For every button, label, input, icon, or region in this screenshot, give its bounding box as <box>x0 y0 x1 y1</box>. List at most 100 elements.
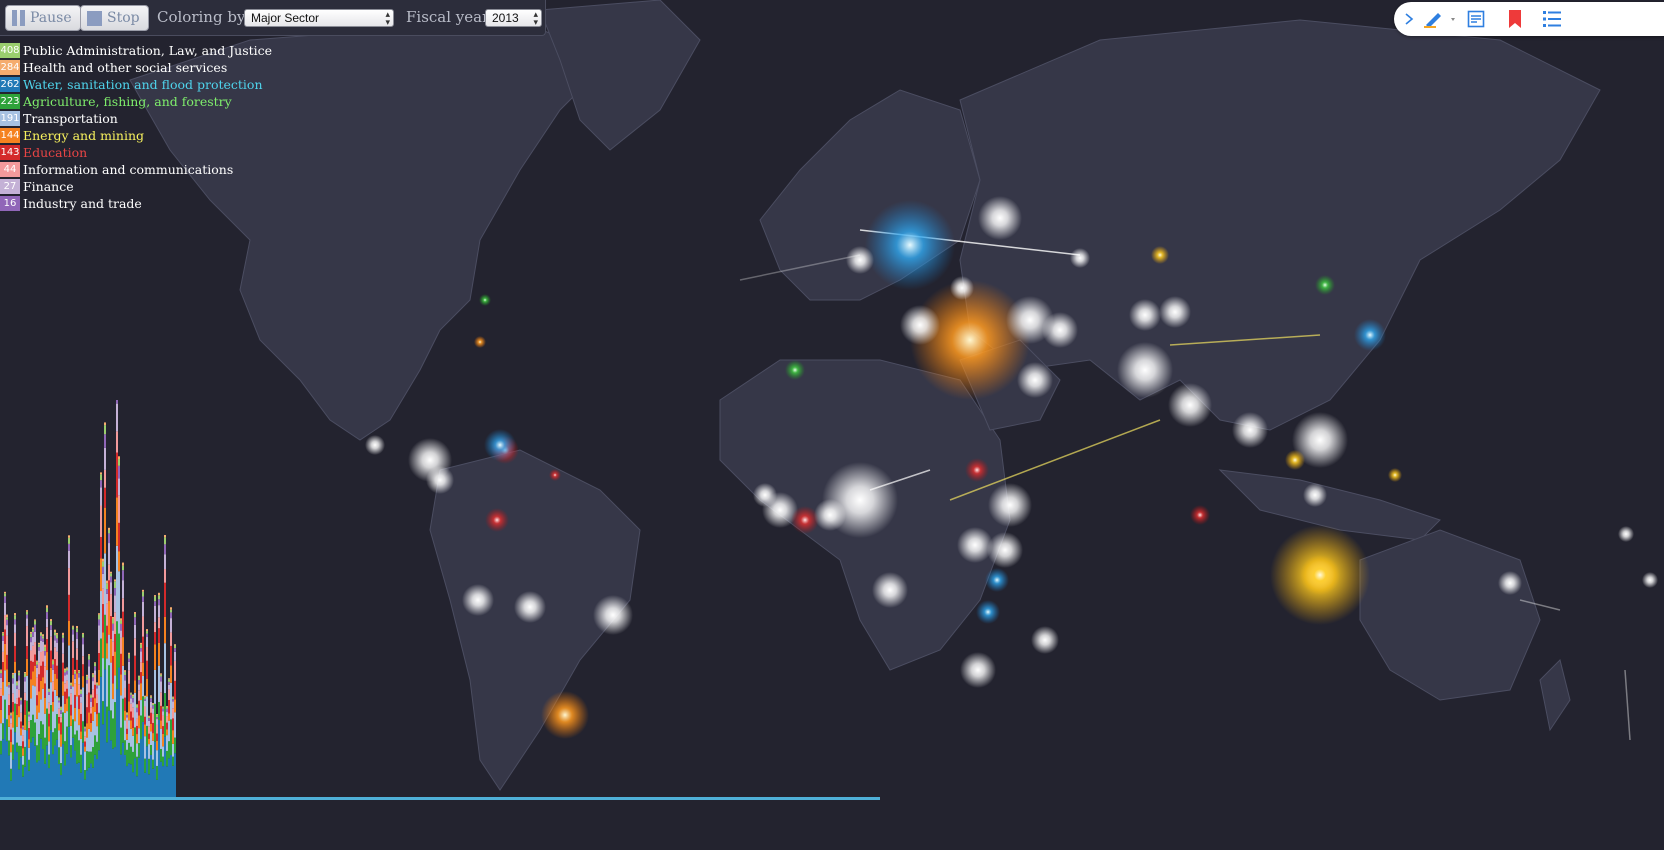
histogram-bar-segment <box>164 569 166 583</box>
histogram-bar-segment <box>94 711 96 736</box>
histogram-bar-segment <box>54 640 56 648</box>
histogram-bar-segment <box>32 629 34 632</box>
histogram-bar-segment <box>24 746 26 767</box>
histogram-bar-segment <box>74 683 76 695</box>
histogram-bar-segment <box>28 716 30 722</box>
histogram-bar-segment <box>108 529 110 534</box>
histogram-bar-segment <box>2 723 4 740</box>
histogram-bar-segment <box>134 692 136 728</box>
histogram-bar-segment <box>44 763 46 798</box>
histogram-bar-segment <box>48 702 50 714</box>
histogram-bar-segment <box>110 662 112 711</box>
histogram-bar-segment <box>138 743 140 758</box>
histogram-bar-segment <box>30 720 32 743</box>
histogram-bar-segment <box>52 669 54 682</box>
histogram-bar-segment <box>38 650 40 663</box>
histogram-bar-segment <box>54 647 56 660</box>
histogram-bar-segment <box>158 617 160 629</box>
histogram-bar-segment <box>88 728 90 752</box>
histogram-bar-segment <box>42 688 44 725</box>
histogram-bar-segment <box>4 591 6 594</box>
histogram-bar-segment <box>162 715 164 727</box>
histogram-bar-segment <box>74 673 76 679</box>
histogram-bar-segment <box>166 766 168 798</box>
histogram-bar-segment <box>138 728 140 744</box>
histogram-bar-segment <box>168 758 170 798</box>
histogram-bar-segment <box>148 733 150 739</box>
histogram-bar-segment <box>18 670 20 673</box>
histogram-bar-segment <box>22 725 24 727</box>
histogram-bar-segment <box>112 618 114 624</box>
histogram-bar-segment <box>56 638 58 643</box>
histogram-bar-segment <box>40 635 42 641</box>
histogram-bar-segment <box>58 717 60 724</box>
histogram-bar-segment <box>112 683 114 700</box>
histogram-bar-segment <box>172 708 174 719</box>
fiscal-year-label: Fiscal year: <box>406 8 495 26</box>
histogram-bar-segment <box>104 669 106 798</box>
histogram-bar-segment <box>58 698 60 701</box>
histogram-bar-segment <box>48 754 50 769</box>
pause-button[interactable]: Pause <box>5 5 81 31</box>
histogram-bar-segment <box>40 738 42 798</box>
legend-label: Transportation <box>23 111 118 126</box>
collapse-chevron-icon[interactable] <box>1402 10 1416 28</box>
histogram-bar-segment <box>114 595 116 613</box>
fiscal-year-select[interactable]: 2013 ▴ ▾ <box>485 9 542 27</box>
histogram-bar-segment <box>34 686 36 723</box>
histogram-bar-segment <box>146 629 148 632</box>
list-icon[interactable] <box>1542 10 1562 28</box>
histogram-bar-segment <box>20 728 22 736</box>
histogram-bar-segment <box>2 635 4 641</box>
histogram-bar-segment <box>64 703 66 713</box>
histogram-bar-segment <box>126 717 128 721</box>
histogram-bar-segment <box>156 717 158 720</box>
histogram-bar-segment <box>126 733 128 740</box>
histogram-bar-segment <box>130 720 132 729</box>
histogram-bar-segment <box>170 665 172 683</box>
histogram-bar-segment <box>104 469 106 488</box>
histogram-bar-segment <box>12 683 14 694</box>
histogram-bar-segment <box>40 721 42 739</box>
histogram-bar-segment <box>162 726 164 734</box>
histogram-bar-segment <box>88 654 90 656</box>
histogram-bar-segment <box>54 728 56 746</box>
histogram-bar-segment <box>2 632 4 634</box>
bookmark-icon[interactable] <box>1506 10 1524 28</box>
histogram-bar-segment <box>128 683 130 702</box>
histogram-bar-segment <box>28 714 30 717</box>
histogram-bar-segment <box>78 695 80 710</box>
histogram-bar-segment <box>152 740 154 760</box>
histogram-bar-segment <box>14 619 16 625</box>
histogram-bar-segment <box>8 726 10 741</box>
histogram-bar-segment <box>98 669 100 686</box>
legend-item: 143 Education <box>0 144 272 161</box>
histogram-bar-segment <box>52 691 54 702</box>
histogram-bar-segment <box>104 614 106 670</box>
histogram-bar-segment <box>52 754 54 798</box>
highlighter-icon[interactable] <box>1422 10 1458 28</box>
histogram-bar-segment <box>158 599 160 606</box>
histogram-bar-segment <box>108 601 110 635</box>
histogram-bar-segment <box>42 651 44 662</box>
histogram-bar-segment <box>116 403 118 432</box>
histogram-bar-segment <box>56 739 58 798</box>
histogram-bar-segment <box>148 744 150 759</box>
histogram-bar-segment <box>124 720 126 741</box>
histogram-bar-segment <box>118 633 120 668</box>
stop-button[interactable]: Stop <box>80 5 149 31</box>
histogram-bar-segment <box>146 637 148 648</box>
histogram-bar-segment <box>144 700 146 707</box>
histogram-bar-segment <box>144 706 146 717</box>
histogram-bar-segment <box>116 545 118 622</box>
histogram-bar-segment <box>120 618 122 621</box>
histogram-bar-segment <box>134 612 136 614</box>
coloring-select[interactable]: Major Sector ▴ ▾ <box>244 9 394 27</box>
histogram-bar-segment <box>138 684 140 691</box>
histogram-bar-segment <box>32 685 34 715</box>
notes-icon[interactable] <box>1466 10 1486 28</box>
histogram-bar-segment <box>122 565 124 571</box>
histogram-bar-segment <box>166 706 168 709</box>
histogram-bar-segment <box>12 711 14 728</box>
histogram-bar-segment <box>134 655 136 681</box>
